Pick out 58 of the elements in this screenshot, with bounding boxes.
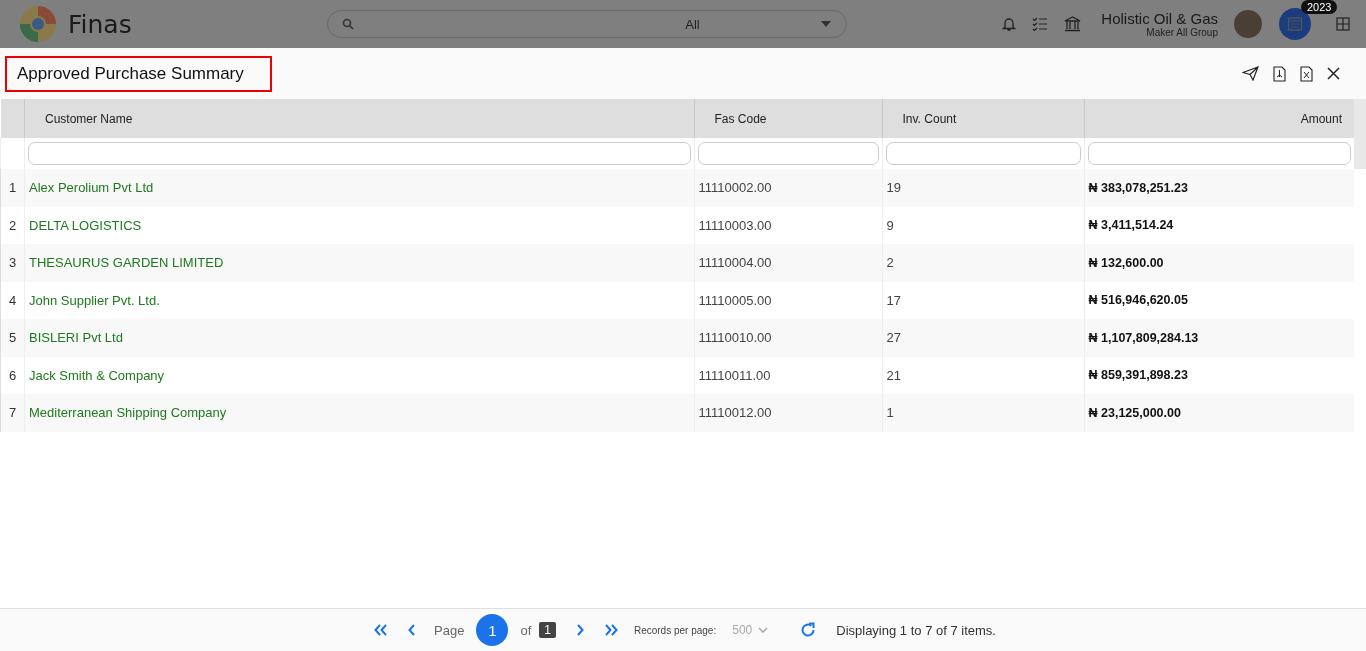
filter-field[interactable] <box>697 142 879 165</box>
pdf-file-icon[interactable] <box>1273 65 1286 82</box>
fas-code-cell: 11110012.00 <box>694 394 882 432</box>
current-page[interactable]: 1 <box>476 614 509 646</box>
excel-file-icon[interactable] <box>1300 65 1313 82</box>
report-title: Approved Purchase Summary <box>5 55 272 92</box>
pagination-summary: Displaying 1 to 7 of 7 items. <box>836 622 996 638</box>
column-header[interactable]: Inv. Count <box>882 99 1084 138</box>
app-name: Finas <box>68 9 132 39</box>
row-number: 7 <box>0 394 25 432</box>
row-number: 3 <box>0 244 25 282</box>
customer-name-cell: BISLERI Pvt Ltd <box>24 319 694 357</box>
customer-name-cell: THESAURUS GARDEN LIMITED <box>24 244 694 282</box>
column-header[interactable]: Fas Code <box>694 99 882 138</box>
fas-code-cell: 11110002.00 <box>694 169 882 207</box>
amount-cell: ₦ 23,125,000.00 <box>1084 394 1354 432</box>
customer-name-cell: Mediterranean Shipping Company <box>24 394 694 432</box>
customer-name-cell: Alex Perolium Pvt Ltd <box>24 169 694 207</box>
caret-icon <box>819 20 832 28</box>
bell-icon[interactable] <box>1002 16 1017 32</box>
amount-cell: ₦ 383,078,251.23 <box>1084 169 1354 207</box>
last-page-icon[interactable] <box>603 624 618 636</box>
chevron-down-icon <box>758 627 769 633</box>
grid-icon[interactable] <box>1336 17 1350 31</box>
page-label: Page <box>434 622 465 638</box>
row-number: 1 <box>0 169 25 207</box>
fas-code-cell: 11110010.00 <box>694 319 882 357</box>
search-icon <box>341 18 354 30</box>
total-pages: 1 <box>539 622 556 638</box>
invoice-count-cell: 19 <box>882 169 1084 207</box>
avatar[interactable] <box>1234 10 1262 38</box>
user-group: Maker All Group <box>1146 27 1218 38</box>
search-scope: All <box>685 16 700 32</box>
invoice-count-cell: 2 <box>882 244 1084 282</box>
invoice-count-cell: 27 <box>882 319 1084 357</box>
calendar-icon <box>1287 16 1303 32</box>
of-label: of <box>520 622 532 638</box>
records-per-page-label: Records per page: <box>633 624 717 636</box>
column-header[interactable]: Amount <box>1084 99 1354 138</box>
next-page-icon[interactable] <box>575 624 584 636</box>
amount-cell: ₦ 1,107,809,284.13 <box>1084 319 1354 357</box>
company-name: Holistic Oil & Gas <box>1101 10 1218 27</box>
bank-icon[interactable] <box>1064 16 1082 32</box>
filter-field[interactable] <box>1087 142 1351 165</box>
send-icon[interactable] <box>1242 66 1259 81</box>
close-icon[interactable] <box>1327 67 1340 80</box>
first-page-icon[interactable] <box>374 624 389 636</box>
refresh-icon[interactable] <box>800 622 817 638</box>
amount-cell: ₦ 132,600.00 <box>1084 244 1354 282</box>
filter-field[interactable] <box>28 142 691 165</box>
invoice-count-cell: 1 <box>882 394 1084 432</box>
fas-code-cell: 11110004.00 <box>694 244 882 282</box>
checklist-icon[interactable] <box>1032 17 1049 31</box>
previous-page-icon[interactable] <box>408 624 417 636</box>
column-header[interactable]: Customer Name <box>24 99 694 138</box>
row-number: 5 <box>0 319 25 357</box>
year-badge: 2023 <box>1301 0 1338 14</box>
filter-field[interactable] <box>885 142 1081 165</box>
